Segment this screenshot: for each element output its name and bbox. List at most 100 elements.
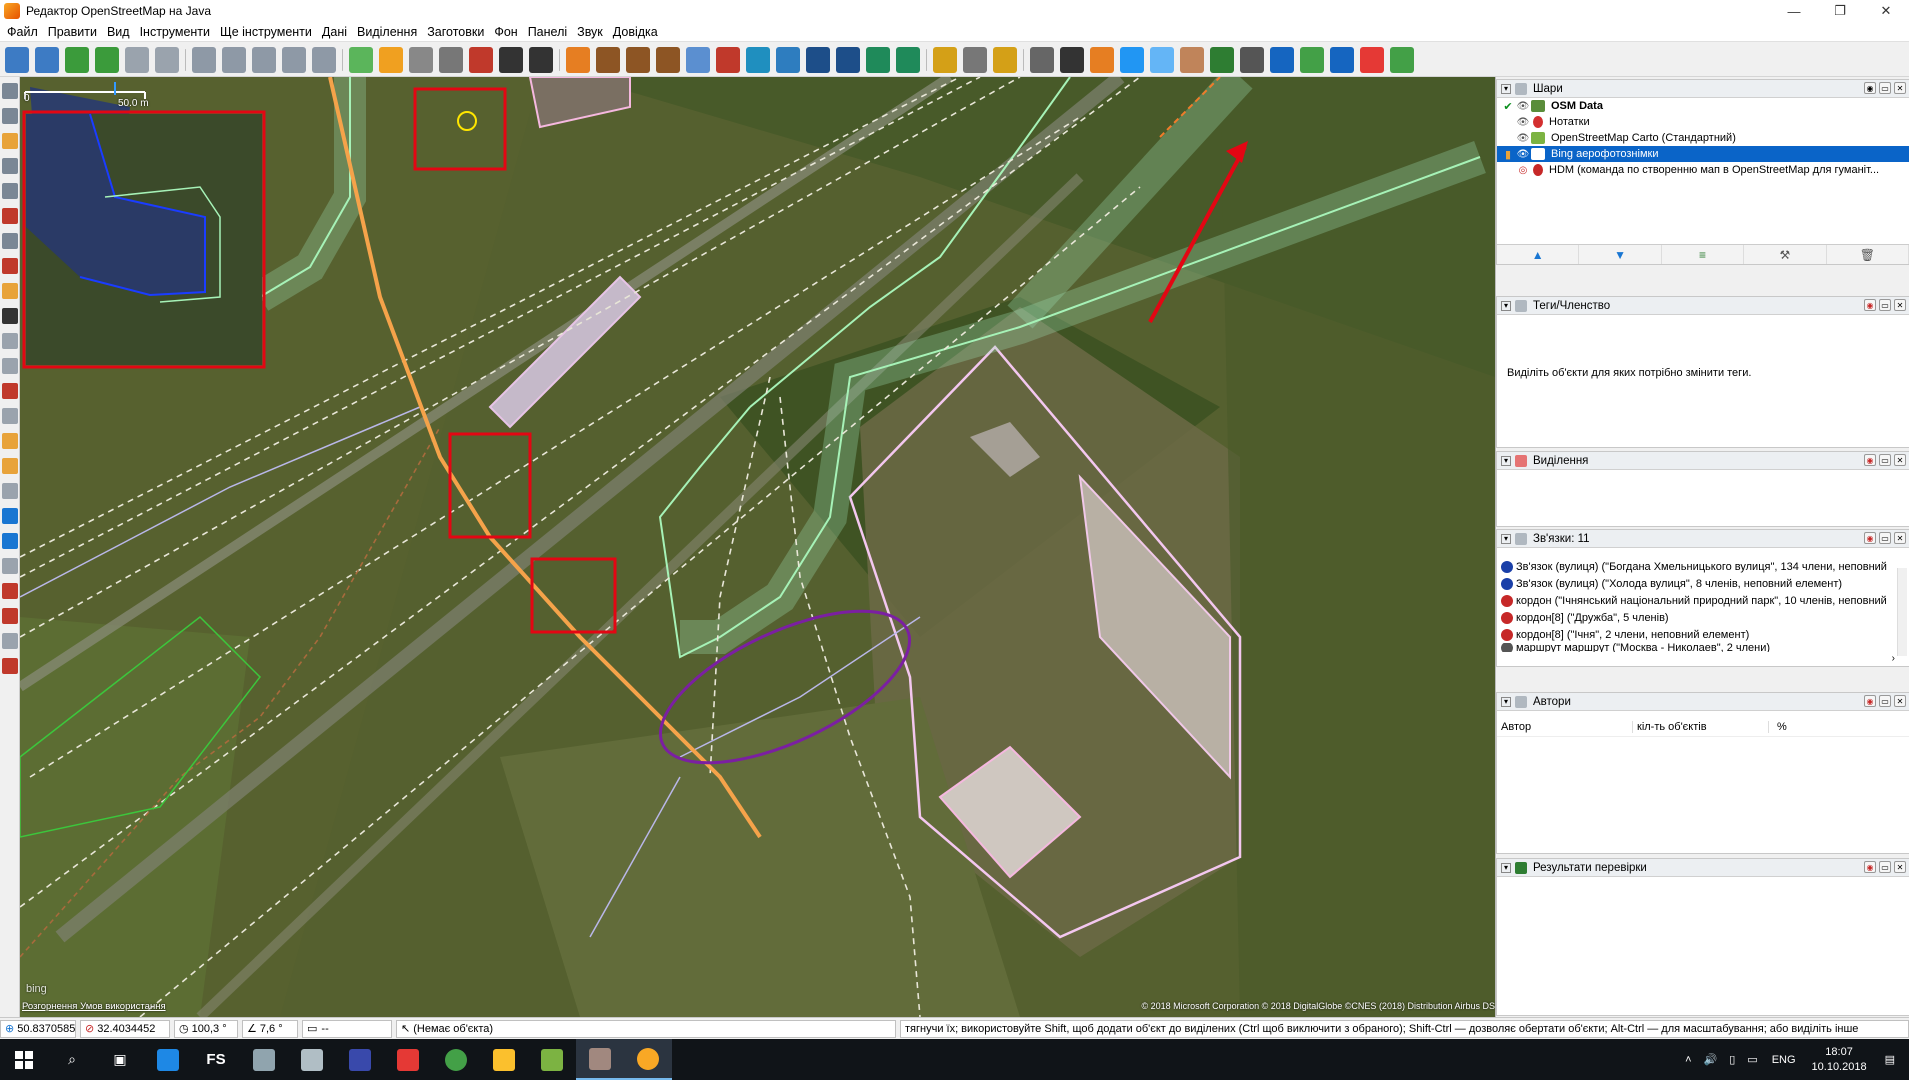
water-icon[interactable]: [1120, 46, 1144, 73]
dialog-close-icon[interactable]: ✕: [1894, 861, 1906, 873]
dialog-detach-icon[interactable]: ▭: [1879, 861, 1891, 873]
split-way-icon[interactable]: [282, 46, 306, 73]
dialog-settings-icon[interactable]: ◉: [1864, 454, 1876, 466]
dialog-settings-icon[interactable]: ◉: [1864, 695, 1876, 707]
layer-row-bing[interactable]: ▮ 👁 Bing аерофотознімки: [1497, 146, 1909, 162]
dialog-settings-icon[interactable]: ◉: [1864, 532, 1876, 544]
download-icon[interactable]: [65, 46, 89, 73]
menu-more-tools[interactable]: Ще інструменти: [215, 25, 317, 39]
industrial-icon[interactable]: [656, 46, 680, 73]
visibility-eye-icon[interactable]: 👁: [1515, 117, 1531, 128]
close-button[interactable]: ✕: [1863, 0, 1909, 22]
menu-windows[interactable]: Панелі: [523, 25, 572, 39]
refresh-icon[interactable]: [312, 46, 336, 73]
taskbar-app[interactable]: [480, 1039, 528, 1080]
volume-icon[interactable]: 🔊: [1704, 1053, 1718, 1066]
minimize-button[interactable]: —: [1771, 0, 1817, 22]
panel-relations-icon[interactable]: [2, 408, 18, 424]
panel-authors-icon[interactable]: [2, 433, 18, 449]
brick-icon[interactable]: [1180, 46, 1204, 73]
undo-icon[interactable]: [125, 46, 149, 73]
authors-dialog-header[interactable]: ▾ Автори ◉ ▭ ✕: [1497, 693, 1909, 711]
panel-selection-icon[interactable]: [2, 383, 18, 399]
dialog-settings-icon[interactable]: ◉: [1864, 861, 1876, 873]
scroll-right-icon[interactable]: ›: [1892, 653, 1895, 664]
panel-tags-icon[interactable]: [2, 358, 18, 374]
pencil-tool-icon[interactable]: [2, 283, 18, 299]
bridge-icon[interactable]: [866, 46, 890, 73]
panel-history-icon[interactable]: [2, 458, 18, 474]
move-up-icon[interactable]: ▲: [1497, 245, 1580, 264]
taskbar-app[interactable]: [336, 1039, 384, 1080]
relation-list-item[interactable]: маршрут маршрут ("Москва - Николаев", 2 …: [1497, 643, 1909, 652]
delete-layer-icon[interactable]: 🗑: [1827, 245, 1909, 264]
dialog-detach-icon[interactable]: ▭: [1879, 695, 1891, 707]
percent-column-header[interactable]: %: [1769, 721, 1787, 733]
merge-layers-icon[interactable]: ≡: [1662, 245, 1745, 264]
dialog-close-icon[interactable]: ✕: [1894, 532, 1906, 544]
restaurant-icon[interactable]: [596, 46, 620, 73]
menu-help[interactable]: Довідка: [608, 25, 663, 39]
relation-list-item[interactable]: Зв'язок (вулиця) ("Холода вулиця", 8 чле…: [1497, 575, 1909, 592]
layer-row-notes[interactable]: 👁 Нотатки: [1497, 114, 1909, 130]
car-icon[interactable]: [499, 46, 523, 73]
warning-icon[interactable]: [566, 46, 590, 73]
extrude-tool-icon[interactable]: [2, 208, 18, 224]
dialog-detach-icon[interactable]: ▭: [1879, 454, 1891, 466]
menu-data[interactable]: Дані: [317, 25, 352, 39]
move-down-icon[interactable]: ▼: [1579, 245, 1662, 264]
taskbar-app[interactable]: [144, 1039, 192, 1080]
globe-icon[interactable]: [776, 46, 800, 73]
count-column-header[interactable]: кіл-ть об'єктів: [1633, 720, 1769, 733]
improve-way-tool-icon[interactable]: [2, 258, 18, 274]
taskbar-app-fs[interactable]: FS: [192, 1039, 240, 1080]
eye-icon[interactable]: [716, 46, 740, 73]
draw-tool-icon[interactable]: [2, 133, 18, 149]
panel-validation-icon[interactable]: [2, 533, 18, 549]
relation-list-item[interactable]: кордон ("Ічнянський національний природн…: [1497, 592, 1909, 609]
layer-tools-icon[interactable]: ⚒: [1744, 245, 1827, 264]
terms-of-use-link[interactable]: Розгорнення Умов використання: [22, 1001, 166, 1012]
rail-crossing-icon[interactable]: [836, 46, 860, 73]
zoom-tool-icon[interactable]: [2, 158, 18, 174]
task-view-icon[interactable]: ▣: [96, 1039, 144, 1080]
validator-icon[interactable]: [222, 46, 246, 73]
layer-row-osm-carto[interactable]: 👁 OpenStreetMap Carto (Стандартний): [1497, 130, 1909, 146]
taskbar-app[interactable]: [384, 1039, 432, 1080]
relation-list-item[interactable]: кордон[8] ("Дружба", 5 членів): [1497, 609, 1909, 626]
path-icon[interactable]: [1090, 46, 1114, 73]
tags-dialog-header[interactable]: ▾ Теги/Членство ◉ ▭ ✕: [1497, 297, 1909, 315]
panel-conflicts-icon[interactable]: [2, 483, 18, 499]
dialog-close-icon[interactable]: ✕: [1894, 299, 1906, 311]
map-view[interactable]: 0 50.0 m bing Розгорнення Умов використа…: [20, 77, 1495, 1017]
grass-icon[interactable]: [1300, 46, 1324, 73]
power-tower-icon[interactable]: [933, 46, 957, 73]
split-icon[interactable]: [1360, 46, 1384, 73]
power-line-icon[interactable]: [993, 46, 1017, 73]
panel-notes-icon[interactable]: [2, 558, 18, 574]
opacity-icon[interactable]: ▮: [1501, 148, 1515, 161]
author-column-header[interactable]: Автор: [1497, 720, 1633, 733]
tractor-icon[interactable]: [1060, 46, 1084, 73]
collapse-icon[interactable]: ▾: [1501, 696, 1511, 707]
layer-row-osm-data[interactable]: ✔ 👁 OSM Data: [1497, 98, 1909, 114]
tools-icon[interactable]: [1240, 46, 1264, 73]
dialog-settings-icon[interactable]: ◉: [1864, 82, 1876, 94]
notifications-icon[interactable]: ▤: [1885, 1053, 1895, 1066]
wall-icon[interactable]: [469, 46, 493, 73]
dialog-close-icon[interactable]: ✕: [1894, 454, 1906, 466]
panel-minimap-icon[interactable]: [2, 658, 18, 674]
wetland-icon[interactable]: [1150, 46, 1174, 73]
power-pole-icon[interactable]: [963, 46, 987, 73]
traffic-signals-icon[interactable]: [379, 46, 403, 73]
tray-expand-icon[interactable]: ˄: [1685, 1054, 1691, 1066]
maximize-button[interactable]: ❐: [1817, 0, 1863, 22]
collapse-icon[interactable]: ▾: [1501, 455, 1511, 466]
menu-view[interactable]: Вид: [102, 25, 135, 39]
collapse-icon[interactable]: ▾: [1501, 862, 1511, 873]
dialog-settings-icon[interactable]: ◉: [1864, 299, 1876, 311]
taskbar-app[interactable]: [432, 1039, 480, 1080]
start-button[interactable]: [0, 1039, 48, 1080]
collapse-icon[interactable]: ▾: [1501, 83, 1511, 94]
relation-list-item[interactable]: кордон[8] ("Ічня", 2 члени, неповний еле…: [1497, 626, 1909, 643]
